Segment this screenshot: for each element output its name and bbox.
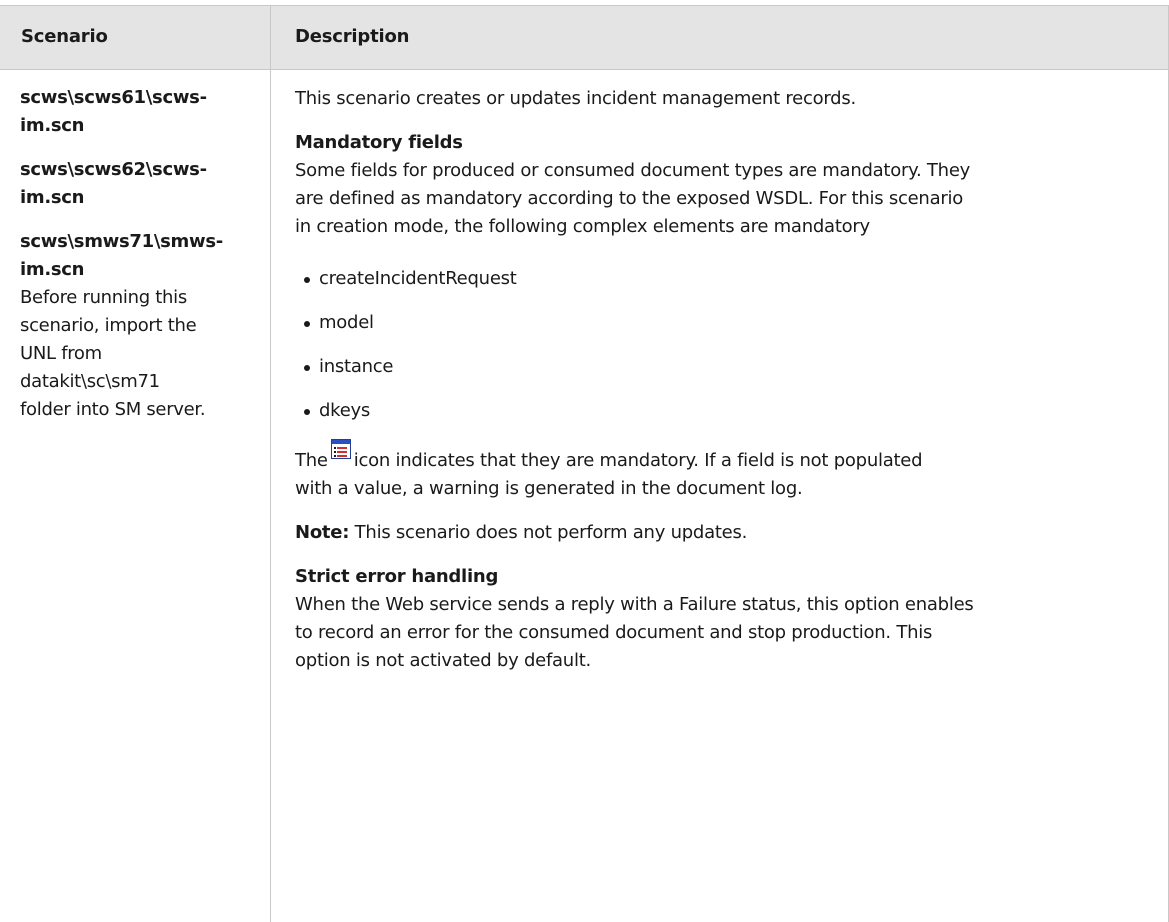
scenario-path: scws\scws61\scws- bbox=[20, 87, 207, 108]
scenario-path: im.scn bbox=[20, 259, 85, 280]
scenario-note-line: scenario, import the bbox=[20, 315, 197, 336]
strict-text-line: to record an error for the consumed docu… bbox=[295, 622, 933, 643]
mandatory-elements-list: createIncidentRequest model instance dke… bbox=[295, 265, 1155, 425]
icon-sentence-rest: icon indicates that they are mandatory. … bbox=[353, 450, 923, 471]
list-item: model bbox=[295, 309, 1155, 337]
scenario-path: scws\scws62\scws- bbox=[20, 159, 207, 180]
bullet-icon bbox=[304, 409, 310, 415]
mandatory-fields-heading: Mandatory fields bbox=[295, 132, 463, 153]
list-item-label: createIncidentRequest bbox=[319, 268, 517, 289]
icon-sentence-start: The bbox=[295, 450, 328, 471]
header-scenario: Scenario bbox=[21, 26, 108, 47]
description-cell: This scenario creates or updates inciden… bbox=[295, 85, 1155, 675]
scenario-path: im.scn bbox=[20, 115, 85, 136]
strict-text-line: When the Web service sends a reply with … bbox=[295, 594, 974, 615]
mandatory-text-line: are defined as mandatory according to th… bbox=[295, 188, 964, 209]
scenario-path: scws\smws71\smws- bbox=[20, 231, 223, 252]
icon-explanation-line: The icon indicates that they are mandato… bbox=[295, 439, 1155, 475]
list-item: dkeys bbox=[295, 397, 1155, 425]
list-item: instance bbox=[295, 353, 1155, 381]
strict-text-line: option is not activated by default. bbox=[295, 650, 591, 671]
icon-explanation-line2: with a value, a warning is generated in … bbox=[295, 478, 803, 499]
strict-error-heading: Strict error handling bbox=[295, 566, 499, 587]
scenario-cell: scws\scws61\scws- im.scn scws\scws62\scw… bbox=[20, 84, 258, 424]
header-description: Description bbox=[295, 26, 410, 47]
mandatory-text-line: Some fields for produced or consumed doc… bbox=[295, 160, 971, 181]
mandatory-text-line: in creation mode, the following complex … bbox=[295, 216, 870, 237]
list-item-label: instance bbox=[319, 356, 394, 377]
bullet-icon bbox=[304, 321, 310, 327]
scenario-note-line: Before running this bbox=[20, 287, 187, 308]
scenario-table: Scenario Description scws\scws61\scws- i… bbox=[0, 5, 1169, 922]
list-item: createIncidentRequest bbox=[295, 265, 1155, 293]
bullet-icon bbox=[304, 277, 310, 283]
scenario-note-line: UNL from bbox=[20, 343, 102, 364]
bullet-icon bbox=[304, 365, 310, 371]
note-label: Note: bbox=[295, 522, 350, 543]
mandatory-field-icon bbox=[330, 439, 351, 459]
list-item-label: model bbox=[319, 312, 374, 333]
scenario-path: im.scn bbox=[20, 187, 85, 208]
scenario-note-line: datakit\sc\sm71 bbox=[20, 371, 160, 392]
description-intro: This scenario creates or updates inciden… bbox=[295, 88, 856, 109]
note-paragraph: Note: This scenario does not perform any… bbox=[295, 519, 1155, 547]
list-item-label: dkeys bbox=[319, 400, 371, 421]
note-text: This scenario does not perform any updat… bbox=[349, 522, 748, 543]
table-header-row: Scenario Description bbox=[0, 6, 1169, 70]
column-divider bbox=[270, 6, 271, 922]
scenario-note-line: folder into SM server. bbox=[20, 399, 206, 420]
